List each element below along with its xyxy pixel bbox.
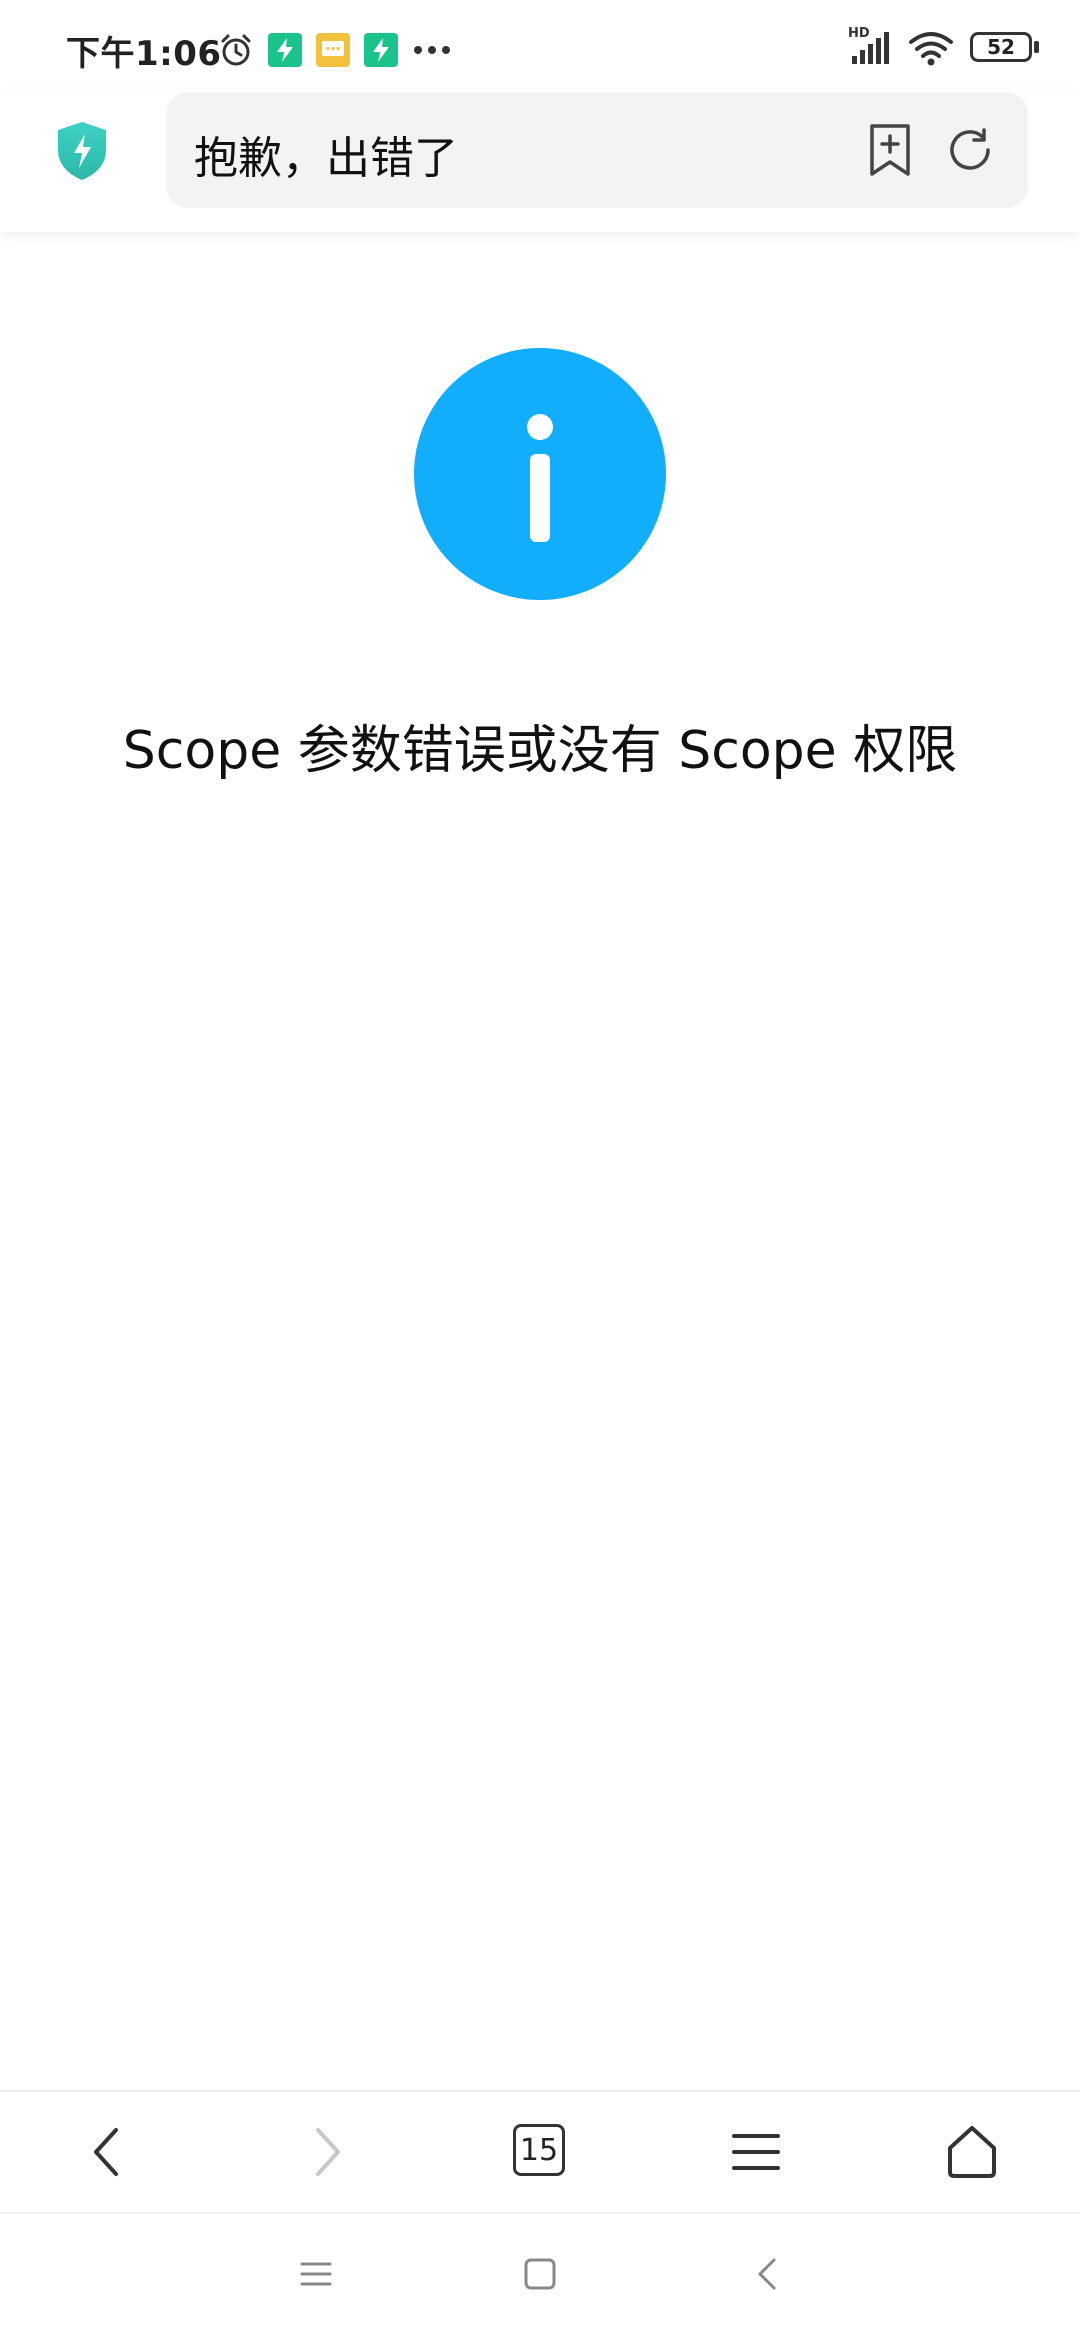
alarm-icon (221, 34, 251, 66)
more-notifications-icon (414, 46, 450, 54)
back-button[interactable] (76, 2122, 136, 2182)
back-icon (94, 2128, 118, 2176)
square-icon (524, 2258, 556, 2290)
status-bar: 下午1:06 HD 52 (0, 0, 1080, 90)
forward-button[interactable] (298, 2122, 358, 2182)
recent-apps-button[interactable] (296, 2254, 336, 2294)
address-bar[interactable]: 抱歉，出错了 (166, 92, 1028, 208)
battery-level: 52 (987, 35, 1015, 59)
recent-apps-icon (300, 2262, 332, 2286)
browser-bottom-nav: 15 (0, 2090, 1080, 2212)
menu-button[interactable] (726, 2122, 786, 2182)
tabs-button[interactable]: 15 (512, 2122, 572, 2182)
home-button[interactable] (942, 2122, 1002, 2182)
page-title: 抱歉，出错了 (194, 133, 458, 184)
status-time: 下午1:06 (66, 34, 222, 74)
battery-icon: 52 (970, 32, 1040, 64)
info-icon (414, 348, 666, 600)
back-system-button[interactable] (748, 2254, 788, 2294)
notification-icons (218, 30, 452, 70)
system-nav-bar (0, 2212, 1080, 2342)
forward-icon (316, 2128, 340, 2176)
wifi-icon (909, 32, 953, 66)
shield-icon[interactable] (54, 120, 110, 182)
reload-icon (950, 128, 990, 170)
bookmark-add-button[interactable] (866, 122, 914, 178)
tabs-icon: 15 (513, 2124, 565, 2176)
menu-icon (732, 2134, 780, 2170)
reload-button[interactable] (944, 124, 996, 176)
home-icon (948, 2126, 996, 2178)
home-system-button[interactable] (520, 2254, 560, 2294)
back-arrow-icon (758, 2258, 776, 2290)
error-message: Scope 参数错误或没有 Scope 权限 (122, 721, 958, 781)
signal-icon: HD (848, 26, 892, 66)
system-status-icons: HD 52 (848, 26, 1040, 68)
lightning-icon (268, 33, 302, 67)
lightning-icon (364, 33, 398, 67)
bookmark-add-icon (870, 124, 910, 176)
message-icon (316, 33, 350, 67)
browser-toolbar: 抱歉，出错了 (0, 90, 1080, 232)
